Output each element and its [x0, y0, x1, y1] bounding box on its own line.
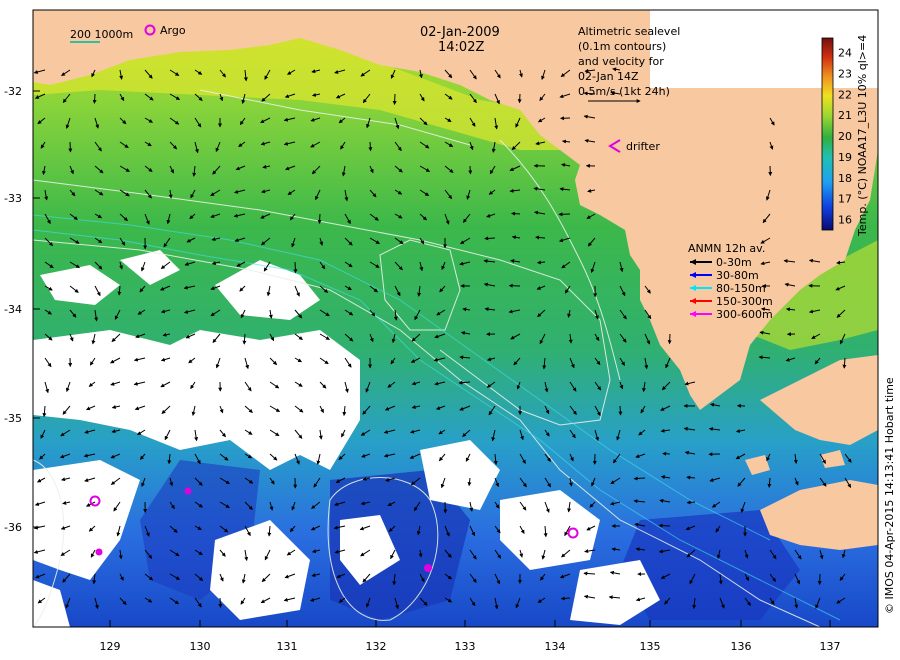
colorbar-tick: 21 — [838, 109, 852, 122]
velocity-arrow — [392, 93, 397, 106]
altimetry-line: and velocity for — [578, 55, 664, 68]
velocity-arrow — [368, 141, 373, 152]
argo-legend-label: Argo — [160, 24, 186, 37]
colorbar-tick: 24 — [838, 47, 852, 60]
lon-tick: 133 — [455, 640, 476, 653]
velocity-arrow — [484, 236, 496, 241]
velocity-arrow — [560, 596, 571, 601]
drifter-marker — [184, 487, 192, 495]
lat-tick: -36 — [4, 521, 22, 534]
velocity-arrow — [218, 597, 223, 609]
altimetry-line: (0.1m contours) — [578, 40, 666, 53]
copyright-text: © IMOS 04-Apr-2015 14:13:41 Hobart time — [883, 377, 896, 614]
map-time: 14:02Z — [438, 40, 484, 55]
colorbar-tick: 23 — [838, 67, 852, 80]
velocity-arrow — [293, 261, 298, 274]
velocity-arrow — [317, 213, 322, 224]
velocity-arrow — [633, 476, 646, 481]
velocity-arrow — [618, 405, 623, 416]
anmn-legend-label: 0-30m — [716, 256, 752, 269]
lat-tick: -35 — [4, 412, 22, 425]
lon-tick: 134 — [545, 640, 566, 653]
lat-tick-labels: -32 -33 -34 -35 -36 — [4, 85, 22, 534]
colorbar-tick: 20 — [838, 130, 852, 143]
velocity-arrow — [511, 211, 521, 216]
colorbar-label: Temp. (°C) NOAA17_L3U 10% ql>=4 — [856, 35, 869, 237]
velocity-arrow — [68, 141, 73, 153]
altimetry-line: Altimetric sealevel — [578, 25, 680, 38]
velocity-arrow — [583, 571, 596, 576]
lon-tick: 136 — [731, 640, 752, 653]
drifter-marker — [95, 548, 103, 556]
lon-tick: 130 — [190, 640, 211, 653]
colorbar-tick: 17 — [838, 193, 852, 206]
velocity-arrow — [686, 500, 696, 505]
lat-tick: -33 — [4, 192, 22, 205]
velocity-arrow — [658, 523, 671, 528]
sst-map-figure: -32 -33 -34 -35 -36 129 130 131 132 133 … — [0, 0, 900, 660]
anmn-legend-label: 300-600m — [716, 308, 773, 321]
colorbar-tick: 16 — [838, 214, 852, 227]
lon-tick: 135 — [640, 640, 661, 653]
colorbar-tick: 18 — [838, 172, 852, 185]
lat-tick: -32 — [4, 85, 22, 98]
lon-tick: 131 — [277, 640, 298, 653]
drifter-legend-label: drifter — [626, 140, 660, 153]
scale-bar: 200 1000m — [70, 28, 133, 43]
lon-tick: 132 — [366, 640, 387, 653]
colorbar-ticks: 16 17 18 19 20 21 22 23 24 — [838, 47, 852, 227]
velocity-arrow — [517, 93, 522, 104]
map-date: 02-Jan-2009 — [420, 25, 500, 40]
scale-bar-label: 200 1000m — [70, 28, 133, 41]
lon-tick: 129 — [100, 640, 121, 653]
colorbar-tick: 22 — [838, 88, 852, 101]
velocity-arrow — [92, 93, 97, 104]
anmn-legend-title: ANMN 12h av. — [688, 242, 765, 255]
lon-tick-labels: 129 130 131 132 133 134 135 136 137 — [100, 640, 841, 653]
anmn-legend-label: 80-150m — [716, 282, 766, 295]
anmn-legend-label: 30-80m — [716, 269, 759, 282]
colorbar-ramp — [821, 37, 834, 231]
drifter-marker — [424, 564, 432, 572]
map-canvas: -32 -33 -34 -35 -36 129 130 131 132 133 … — [4, 9, 896, 653]
altimetry-line: 0.5m/s (1kt 24h) — [578, 85, 670, 98]
velocity-arrow — [468, 165, 473, 175]
altimetry-line: 02-Jan 14Z — [578, 70, 639, 83]
anmn-legend-label: 150-300m — [716, 295, 773, 308]
velocity-arrow — [662, 451, 671, 456]
lon-tick: 137 — [820, 640, 841, 653]
colorbar-tick: 19 — [838, 151, 852, 164]
velocity-arrow — [667, 333, 672, 345]
lat-tick: -34 — [4, 303, 22, 316]
